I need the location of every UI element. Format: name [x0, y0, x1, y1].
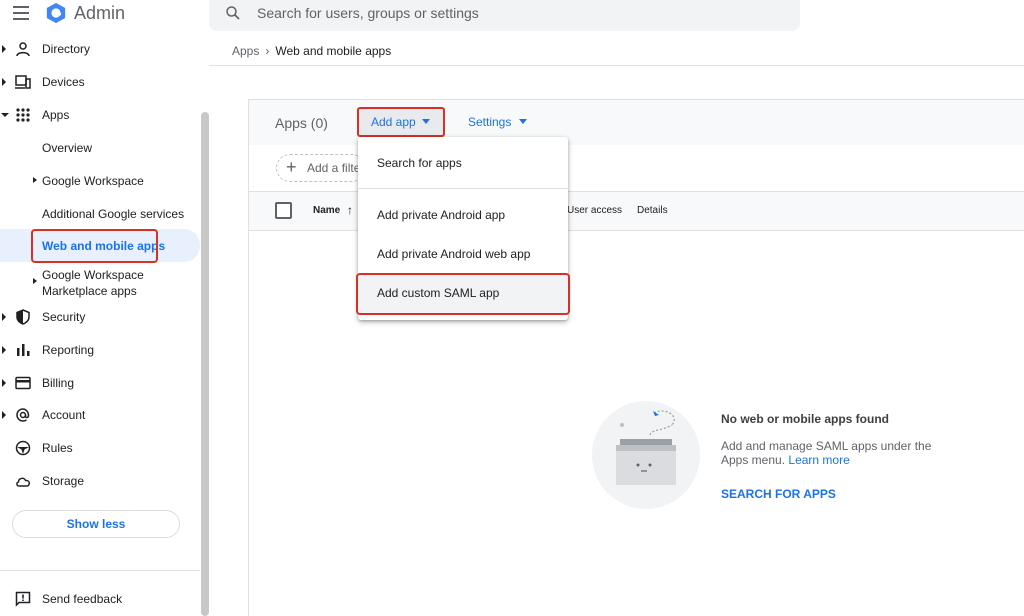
- breadcrumb: Apps › Web and mobile apps: [232, 44, 391, 58]
- expand-arrow-icon[interactable]: [33, 278, 37, 284]
- sidebar-item-label: Apps: [42, 108, 70, 122]
- sidebar-item-security[interactable]: Security: [0, 302, 200, 332]
- shield-icon: [16, 309, 30, 325]
- sidebar-divider: [0, 570, 200, 571]
- expand-arrow-icon[interactable]: [2, 411, 6, 419]
- dropdown-caret-icon: [422, 119, 430, 124]
- admin-logo-icon: [46, 2, 66, 24]
- select-all-checkbox[interactable]: [275, 202, 292, 219]
- column-header-details: Details: [637, 205, 668, 216]
- credit-card-icon: [15, 376, 31, 390]
- menu-item-add-private-android-app[interactable]: Add private Android app: [377, 208, 505, 222]
- sidebar-subitem-overview[interactable]: Overview: [42, 141, 92, 155]
- sidebar-item-account[interactable]: Account: [0, 400, 200, 430]
- header-divider: [209, 65, 1024, 66]
- expand-arrow-icon[interactable]: [33, 177, 37, 183]
- collapse-arrow-icon[interactable]: [1, 113, 9, 117]
- person-icon: [16, 42, 30, 57]
- chevron-right-icon: ›: [265, 44, 270, 58]
- column-header-name[interactable]: Name: [313, 205, 340, 216]
- expand-arrow-icon[interactable]: [2, 379, 6, 387]
- sidebar-item-billing[interactable]: Billing: [0, 368, 200, 398]
- expand-arrow-icon[interactable]: [2, 313, 6, 321]
- menu-icon: [13, 6, 29, 8]
- apps-count: Apps (0): [275, 115, 328, 131]
- send-feedback-button[interactable]: Send feedback: [0, 584, 200, 614]
- sidebar-item-directory[interactable]: Directory: [0, 34, 200, 64]
- apps-grid-icon: [16, 108, 30, 122]
- search-for-apps-link[interactable]: SEARCH FOR APPS: [721, 487, 836, 501]
- empty-state-description: Add and manage SAML apps under the Apps …: [721, 439, 961, 467]
- sidebar-item-label: Reporting: [42, 343, 95, 357]
- sidebar-item-label: Directory: [42, 42, 91, 56]
- highlight-box: [356, 273, 570, 315]
- sidebar-subitem-marketplace-apps[interactable]: Google Workspace Marketplace apps: [42, 267, 144, 299]
- sidebar-item-rules[interactable]: Rules: [0, 433, 200, 463]
- sidebar-item-label: Devices: [42, 75, 85, 89]
- highlight-box: [31, 229, 158, 263]
- menu-item-search-for-apps[interactable]: Search for apps: [377, 156, 462, 170]
- sidebar-item-label: Storage: [42, 474, 85, 488]
- sidebar-scrollbar[interactable]: [201, 112, 209, 616]
- steering-wheel-icon: [15, 440, 31, 456]
- add-app-label: Add app: [371, 115, 416, 129]
- dropdown-caret-icon: [519, 119, 527, 124]
- menu-divider: [358, 188, 568, 189]
- learn-more-link[interactable]: Learn more: [788, 453, 849, 467]
- sort-arrow-up-icon[interactable]: ↑: [347, 203, 353, 217]
- breadcrumb-apps-link[interactable]: Apps: [232, 44, 259, 58]
- add-filter-label: Add a filter: [307, 161, 365, 175]
- column-header-user-access: User access: [567, 205, 623, 216]
- empty-box-illustration: [592, 401, 700, 509]
- sidebar-item-label: Billing: [42, 376, 75, 390]
- at-sign-icon: [16, 408, 30, 422]
- expand-arrow-icon[interactable]: [2, 45, 6, 53]
- plus-icon: +: [286, 157, 297, 177]
- cloud-icon: [16, 477, 30, 487]
- sidebar-subitem-google-workspace[interactable]: Google Workspace: [42, 174, 144, 188]
- sidebar-subitem-additional-services[interactable]: Additional Google services: [42, 207, 184, 221]
- app-title: Admin: [74, 3, 126, 23]
- breadcrumb-current: Web and mobile apps: [275, 44, 392, 58]
- show-less-button[interactable]: Show less: [12, 510, 180, 538]
- settings-button[interactable]: Settings: [468, 115, 511, 129]
- sidebar-item-label: Account: [42, 408, 86, 422]
- sidebar-item-storage[interactable]: Storage: [0, 466, 200, 496]
- devices-icon: [15, 75, 31, 89]
- sidebar-subitem-label: Marketplace apps: [42, 284, 137, 298]
- expand-arrow-icon[interactable]: [2, 346, 6, 354]
- feedback-icon: [15, 591, 31, 607]
- sidebar-item-devices[interactable]: Devices: [0, 67, 200, 97]
- bar-chart-icon: [17, 344, 30, 356]
- main-menu-button[interactable]: [8, 2, 34, 24]
- sidebar-item-reporting[interactable]: Reporting: [0, 335, 200, 365]
- send-feedback-label: Send feedback: [42, 592, 123, 606]
- search-icon[interactable]: [224, 4, 242, 22]
- empty-state-title: No web or mobile apps found: [721, 412, 889, 426]
- menu-item-add-private-android-web-app[interactable]: Add private Android web app: [377, 247, 530, 261]
- search-input[interactable]: [257, 3, 777, 23]
- sidebar-item-apps[interactable]: Apps: [0, 100, 200, 130]
- expand-arrow-icon[interactable]: [2, 78, 6, 86]
- sidebar-subitem-label: Google Workspace: [42, 268, 144, 282]
- sidebar-item-label: Rules: [42, 441, 73, 455]
- sidebar-item-label: Security: [42, 310, 86, 324]
